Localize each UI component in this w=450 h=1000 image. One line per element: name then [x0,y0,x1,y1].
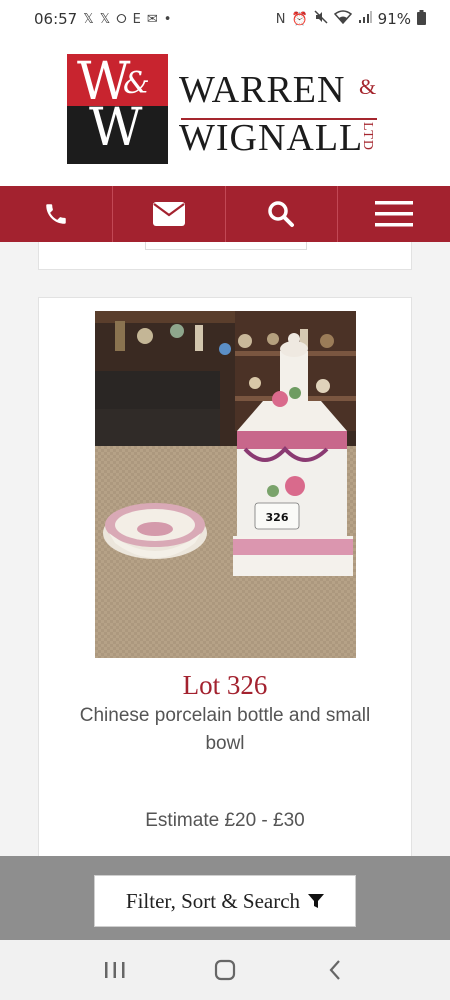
clock: 06:57 [34,10,78,28]
search-button[interactable] [226,186,339,242]
mail-icon: ✉ [146,11,158,27]
recent-apps-button[interactable] [90,950,140,990]
home-icon [214,959,236,981]
main-nav [0,186,450,242]
menu-icon [375,201,414,227]
lot-photo-illustration: 326 [95,311,356,658]
battery-percent: 91% [377,10,411,28]
mute-icon [314,10,328,28]
lot-estimate: Estimate £20 - £30 [145,810,305,831]
call-button[interactable] [0,186,113,242]
filter-button-label: Filter, Sort & Search [125,888,301,913]
status-left: 06:57 𝕏 𝕏 ⭘ E ✉ • [34,10,171,28]
phone-icon [46,204,66,224]
x-app-icon: 𝕏 [99,11,111,27]
logo-ampersand: & [359,74,377,99]
email-button[interactable] [113,186,226,242]
back-icon [329,960,340,980]
menu-button[interactable] [338,186,450,242]
x-app-icon: 𝕏 [83,11,94,27]
home-button[interactable] [200,950,250,990]
lot-listing: 326 Lot 326 Chinese porcelain bottle and… [0,242,450,856]
logo-word-wignall: WIGNALL [179,117,364,159]
lot-description: Chinese porcelain bottle and small bowl [79,705,371,754]
back-button[interactable] [310,950,360,990]
previous-lot-button[interactable] [145,242,307,250]
lot-tag-number: 326 [266,511,289,524]
lot-card[interactable]: 326 Lot 326 Chinese porcelain bottle and… [38,297,412,856]
lot-title[interactable]: Lot 326 [39,670,411,701]
logo-monogram: W & W [67,54,168,164]
logo-monogram-amp: & [123,66,150,101]
sync-icon: ⭘ [116,11,127,27]
dot-icon: • [163,11,172,27]
search-icon [268,201,295,227]
android-nav-bar [0,940,450,1000]
status-right: N ⏰ 91% [275,9,426,29]
logo-ltd: LTD [360,122,375,151]
previous-lot-card [38,242,412,270]
site-header: W & W WARREN & WIGNALL LTD [0,38,450,186]
warren-wignall-logo[interactable]: W & W WARREN & WIGNALL LTD [67,54,387,166]
funnel-icon [308,894,325,908]
logo-monogram-w-bottom: W [89,98,143,158]
recent-apps-icon [105,962,125,978]
nfc-icon: N [275,11,286,27]
app-e-icon: E [132,11,141,27]
status-bar: 06:57 𝕏 𝕏 ⭘ E ✉ • N ⏰ 91% [0,0,450,38]
filter-bar: Filter, Sort & Search [0,856,450,940]
logo-word-warren: WARREN [179,69,346,111]
envelope-icon [152,202,185,226]
alarm-icon: ⏰ [291,11,308,27]
lot-photo[interactable]: 326 [95,311,356,658]
filter-sort-search-button[interactable]: Filter, Sort & Search [94,875,356,927]
signal-icon [358,10,372,28]
battery-icon [417,9,426,29]
wifi-icon [333,10,352,28]
